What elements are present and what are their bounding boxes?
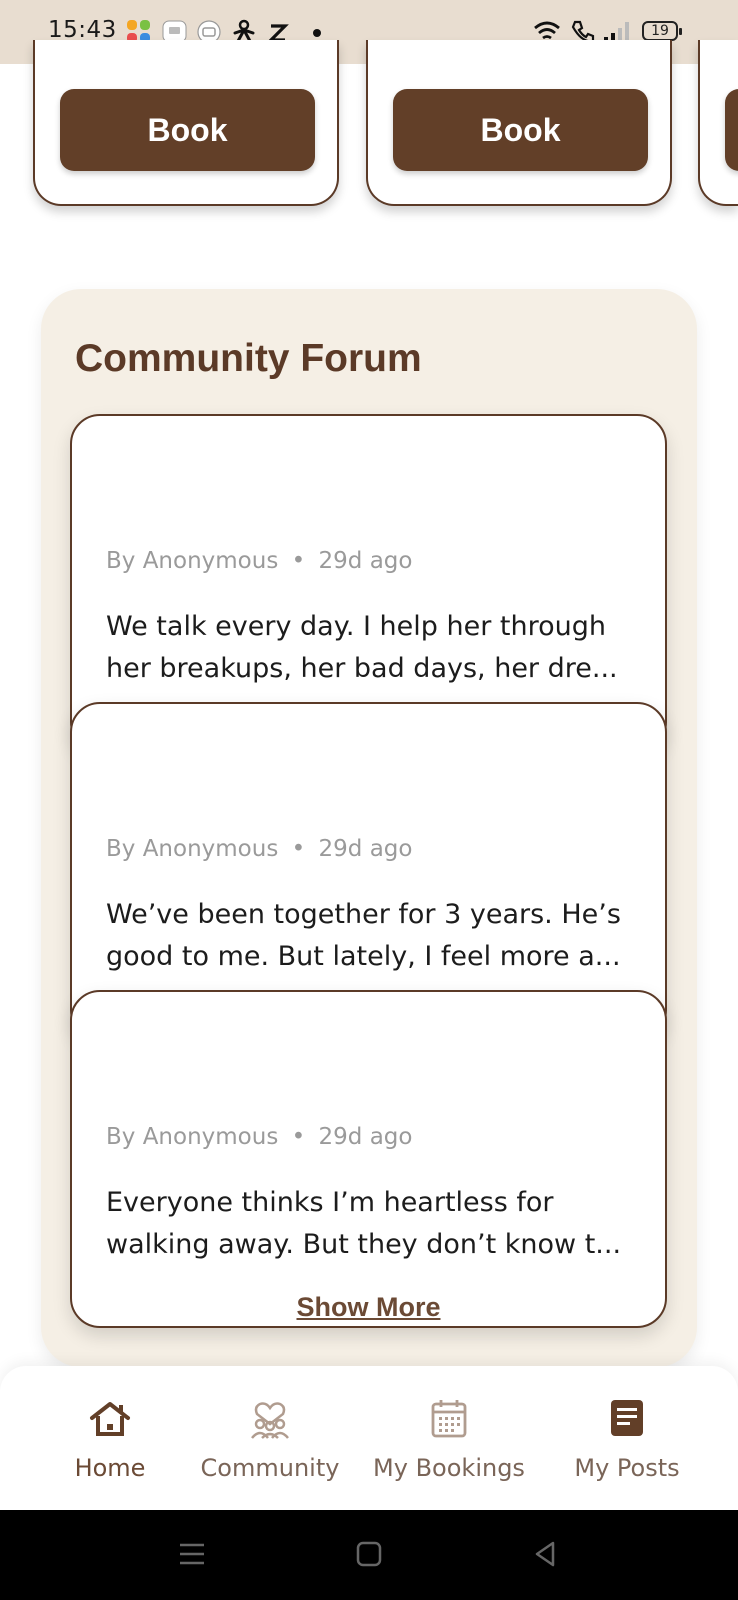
home-icon — [90, 1402, 130, 1436]
post-time: 29d ago — [318, 1124, 413, 1150]
post-meta: By Anonymous • 29d ago — [106, 1124, 412, 1150]
book-button[interactable]: Book — [393, 89, 648, 171]
meta-separator: • — [291, 836, 306, 862]
post-author: By Anonymous — [106, 548, 279, 574]
battery-icon: 19 — [642, 21, 682, 41]
post-author: By Anonymous — [106, 1124, 279, 1150]
calendar-icon — [431, 1400, 467, 1438]
back-icon[interactable] — [531, 1540, 559, 1568]
post-meta: By Anonymous • 29d ago — [106, 836, 412, 862]
meta-separator: • — [291, 548, 306, 574]
provider-card: Book — [366, 40, 672, 206]
community-icon — [251, 1402, 289, 1439]
post-time: 29d ago — [318, 548, 413, 574]
post-excerpt: We talk every day. I help her through he… — [106, 611, 618, 684]
section-title: Community Forum — [75, 337, 422, 380]
post-meta: By Anonymous • 29d ago — [106, 548, 412, 574]
nav-item-community[interactable]: Community — [180, 1396, 360, 1482]
document-icon — [611, 1400, 643, 1436]
menu-icon[interactable] — [178, 1540, 206, 1568]
provider-card: Book — [33, 40, 339, 206]
book-button[interactable]: Book — [60, 89, 315, 171]
bottom-navigation: Home Community My Bookings My Posts — [0, 1366, 738, 1510]
forum-post-card[interactable]: By Anonymous • 29d ago Everyone thinks I… — [70, 990, 667, 1328]
system-navigation-bar — [0, 1510, 738, 1600]
post-excerpt: Everyone thinks I’m heartless for walkin… — [106, 1187, 622, 1260]
meta-separator: • — [291, 1124, 306, 1150]
nav-item-my-bookings[interactable]: My Bookings — [359, 1396, 539, 1482]
nav-item-home[interactable]: Home — [20, 1396, 200, 1482]
nav-item-my-posts[interactable]: My Posts — [537, 1396, 717, 1482]
post-excerpt: We’ve been together for 3 years. He’s go… — [106, 899, 621, 972]
book-button[interactable] — [725, 89, 738, 171]
post-time: 29d ago — [318, 836, 413, 862]
home-button-icon[interactable] — [355, 1540, 383, 1568]
show-more-link[interactable]: Show More — [72, 1292, 665, 1323]
nav-label: Home — [74, 1454, 146, 1482]
nav-label: My Bookings — [373, 1454, 525, 1482]
nav-label: Community — [200, 1454, 340, 1482]
provider-card — [698, 40, 738, 206]
post-author: By Anonymous — [106, 836, 279, 862]
nav-label: My Posts — [574, 1454, 680, 1482]
community-forum-panel: Community Forum By Anonymous • 29d ago W… — [41, 289, 697, 1367]
